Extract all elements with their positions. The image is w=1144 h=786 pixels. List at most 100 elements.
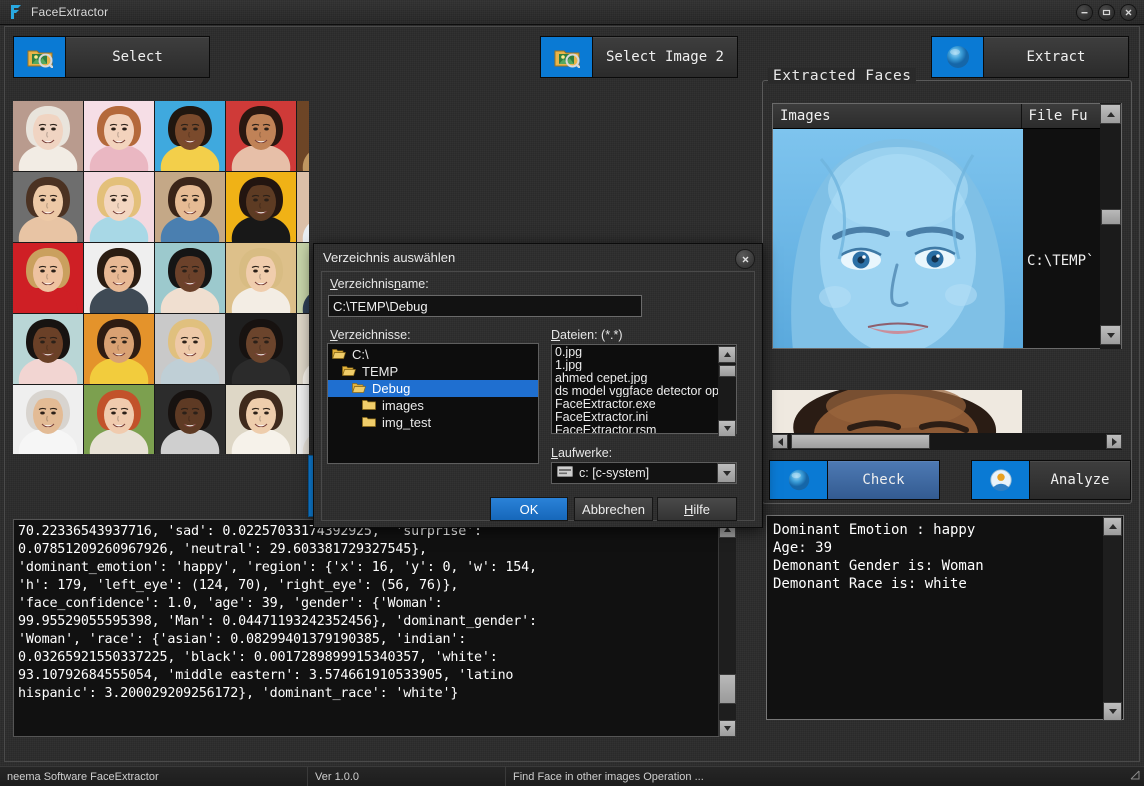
scroll-thumb[interactable] (718, 365, 736, 377)
thumbnail-cell[interactable] (13, 101, 83, 171)
directory-tree[interactable]: C:\ TEMP Debug images img_test (327, 343, 539, 464)
scroll-down-arrow[interactable] (718, 420, 736, 437)
scroll-down-arrow[interactable] (1100, 325, 1121, 345)
help-button[interactable]: Hilfe (657, 497, 737, 521)
analyze-button-label: Analyze (1029, 460, 1131, 500)
close-button[interactable] (1120, 3, 1137, 21)
thumbnail-cell[interactable] (297, 314, 309, 384)
file-list-item[interactable]: FaceExtractor.ini (552, 410, 736, 423)
directory-name-input[interactable]: C:\TEMP\Debug (328, 295, 642, 317)
file-list-item[interactable]: FaceExtractor.exe (552, 397, 736, 410)
select-image2-button[interactable]: Select Image 2 (540, 36, 738, 78)
scroll-left-arrow[interactable] (772, 434, 788, 449)
scroll-up-arrow[interactable] (1100, 104, 1121, 124)
files-label: Dateien: (*.*) (551, 328, 623, 342)
scroll-thumb[interactable] (1100, 209, 1121, 225)
scroll-thumb[interactable] (791, 434, 930, 449)
thumbnail-cell[interactable] (84, 385, 154, 454)
thumbnail-cell[interactable] (155, 243, 225, 313)
directory-item-label: Debug (372, 381, 411, 396)
directory-item[interactable]: images (328, 397, 538, 414)
maximize-button[interactable] (1098, 3, 1115, 21)
extracted-face-second-row[interactable] (772, 390, 1022, 433)
scroll-down-arrow[interactable] (719, 720, 736, 737)
select-button[interactable]: Select (13, 36, 210, 78)
file-list-item[interactable]: 0.jpg (552, 345, 736, 358)
thumbnail-cell[interactable] (297, 243, 309, 313)
directory-item[interactable]: img_test (328, 414, 538, 431)
listview-horizontal-scrollbar[interactable] (772, 433, 1122, 450)
thumbnail-cell[interactable] (226, 385, 296, 454)
directory-name-value: C:\TEMP\Debug (333, 298, 428, 314)
select-button-label: Select (65, 36, 210, 78)
directory-item[interactable]: C:\ (328, 346, 538, 363)
thumbnail-cell[interactable] (84, 172, 154, 242)
check-button[interactable]: Check (769, 460, 940, 500)
thumbnail-cell[interactable] (13, 243, 83, 313)
directory-item[interactable]: Debug (328, 380, 538, 397)
scroll-thumb[interactable] (719, 674, 736, 704)
thumbnail-cell[interactable] (226, 243, 296, 313)
scroll-up-arrow[interactable] (718, 346, 736, 363)
extracted-faces-listview[interactable]: Images File Fu C:\TEMP` (772, 103, 1122, 349)
extract-button[interactable]: Extract (931, 36, 1129, 78)
thumbnail-cell[interactable] (155, 101, 225, 171)
folder-closed-icon (362, 398, 376, 413)
ok-button[interactable]: OK (490, 497, 568, 521)
dirname-label: Verzeichnisname: (330, 277, 429, 291)
listview-vertical-scrollbar[interactable] (1100, 103, 1121, 349)
folder-open-icon (342, 364, 356, 379)
analysis-output-textarea[interactable]: 70.22336543937716, 'sad': 0.022570331743… (13, 519, 735, 737)
directory-item[interactable]: TEMP (328, 363, 538, 380)
thumbnail-cell[interactable] (297, 172, 309, 242)
scroll-right-arrow[interactable] (1106, 434, 1122, 449)
thumbnail-cell[interactable] (84, 314, 154, 384)
thumbnail-cell[interactable] (226, 101, 296, 171)
analysis-result-scrollbar[interactable] (1103, 516, 1122, 721)
extracted-face-preview[interactable] (773, 129, 1023, 348)
analysis-result-textarea[interactable]: Dominant Emotion : happy Age: 39 Demonan… (766, 515, 1124, 720)
analyze-button[interactable]: Analyze (971, 460, 1131, 500)
file-list[interactable]: 0.jpg 1.jpg ahmed cepet.jpg ds model vggfac… (551, 344, 737, 434)
file-list-item[interactable]: ds model vggface detector op (552, 384, 736, 397)
thumbnail-cell[interactable] (13, 172, 83, 242)
folder-open-icon (352, 381, 366, 396)
resize-grip-icon[interactable] (1130, 770, 1140, 783)
drives-label: Laufwerke: (551, 446, 613, 460)
thumbnail-grid-container[interactable] (13, 101, 309, 454)
thumbnail-cell[interactable] (155, 385, 225, 454)
file-list-item[interactable]: FaceExtractor.rsm (552, 423, 736, 433)
column-header-images[interactable]: Images (773, 104, 1022, 128)
thumbnail-cell[interactable] (226, 172, 296, 242)
person-badge-icon (971, 460, 1029, 500)
file-list-scrollbar[interactable] (718, 345, 736, 437)
minimize-button[interactable] (1076, 3, 1093, 21)
picture-folder-icon (13, 36, 65, 78)
thumbnail-cell[interactable] (155, 172, 225, 242)
status-message: Find Face in other images Operation ... (513, 770, 704, 783)
drives-value: c: [c-system] (579, 466, 650, 480)
thumbnail-cell[interactable] (226, 314, 296, 384)
thumbnail-cell[interactable] (155, 314, 225, 384)
thumbnail-cell[interactable] (297, 385, 309, 454)
file-list-item[interactable]: ahmed cepet.jpg (552, 371, 736, 384)
thumbnail-cell[interactable] (84, 101, 154, 171)
window-title: FaceExtractor (31, 5, 109, 19)
drives-combobox[interactable]: c: [c-system] (551, 462, 737, 484)
chevron-down-icon[interactable] (717, 463, 736, 483)
picture-folder-icon (540, 36, 592, 78)
thumbnail-cell[interactable] (84, 243, 154, 313)
scroll-up-arrow[interactable] (1103, 517, 1122, 536)
dialog-close-button[interactable] (735, 249, 755, 269)
thumbnail-cell[interactable] (297, 101, 309, 171)
scroll-down-arrow[interactable] (1103, 702, 1122, 721)
analysis-output-scrollbar[interactable] (718, 520, 736, 737)
status-version: Ver 1.0.0 (308, 767, 506, 786)
title-bar: FaceExtractor (0, 0, 1144, 25)
file-list-item[interactable]: 1.jpg (552, 358, 736, 371)
directory-item-label: C:\ (352, 347, 369, 362)
cancel-button[interactable]: Abbrechen (574, 497, 653, 521)
status-bar: neema Software FaceExtractor Ver 1.0.0 F… (0, 766, 1144, 786)
thumbnail-cell[interactable] (13, 314, 83, 384)
thumbnail-cell[interactable] (13, 385, 83, 454)
